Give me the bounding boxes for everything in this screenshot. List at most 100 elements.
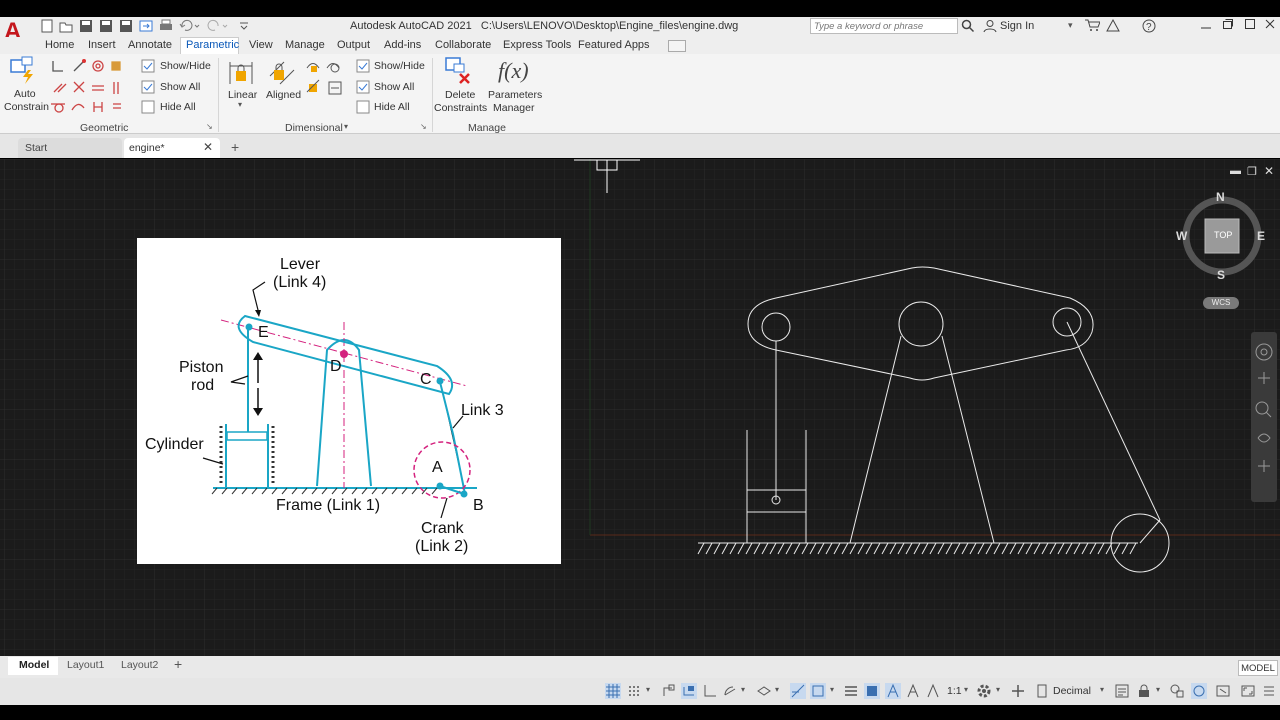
workspace-dropdown-icon[interactable]: ▾ [996, 685, 1000, 694]
auto-constrain-label-1[interactable]: Auto [14, 88, 36, 100]
model-space-badge[interactable]: MODEL [1238, 660, 1278, 676]
reference-image[interactable]: Lever (Link 4) Piston rod Cylinder Frame… [137, 238, 561, 564]
linear-dimension-icon[interactable] [228, 58, 254, 89]
tab-manage[interactable]: Manage [285, 39, 325, 51]
fullscreen-icon[interactable] [1240, 683, 1256, 699]
sign-in-link[interactable]: Sign In [1000, 20, 1034, 32]
dimensional-dropdown-icon[interactable]: ▾ [344, 122, 348, 131]
polar-tracking-icon[interactable] [722, 683, 738, 699]
isodraft-dropdown-icon[interactable]: ▾ [775, 685, 779, 694]
tab-home[interactable]: Home [45, 39, 74, 51]
tab-collaborate[interactable]: Collaborate [435, 39, 491, 51]
annotation-scale-icon[interactable] [925, 683, 941, 699]
new-file-icon[interactable] [40, 19, 54, 33]
isodraft-icon[interactable] [756, 683, 772, 699]
navigation-bar[interactable] [1251, 332, 1277, 502]
tab-express-tools[interactable]: Express Tools [503, 39, 571, 51]
tab-featured-apps[interactable]: Featured Apps [578, 39, 650, 51]
redo-icon[interactable] [207, 19, 229, 33]
sign-in-dropdown-icon[interactable]: ▾ [1068, 20, 1073, 31]
parameters-manager-label-2[interactable]: Manager [493, 102, 534, 114]
object-snap-tracking-icon[interactable] [790, 683, 806, 699]
tab-view[interactable]: View [249, 39, 273, 51]
viewcube-east[interactable]: E [1257, 229, 1265, 243]
object-snap-dropdown-icon[interactable]: ▾ [830, 685, 834, 694]
cart-icon[interactable] [1084, 18, 1101, 35]
save-to-web-icon[interactable] [119, 19, 133, 33]
close-icon[interactable] [1264, 18, 1276, 33]
delete-constraints-label-1[interactable]: Delete [445, 89, 475, 101]
search-input[interactable]: Type a keyword or phrase [810, 18, 958, 34]
viewport-minimize-icon[interactable]: ▬ [1230, 165, 1241, 177]
aligned-label[interactable]: Aligned [266, 89, 301, 101]
scale-dropdown-icon[interactable]: ▾ [964, 685, 968, 694]
auto-constrain-label-2[interactable]: Constrain [4, 101, 49, 113]
show-hide-geometric-icon[interactable] [141, 59, 155, 76]
snap-dropdown-icon[interactable]: ▾ [646, 685, 650, 694]
viewcube-west[interactable]: W [1176, 229, 1187, 243]
search-icon[interactable] [960, 18, 976, 34]
save-icon[interactable] [79, 19, 93, 33]
undo-icon[interactable] [179, 19, 201, 33]
units-icon[interactable] [1034, 683, 1050, 699]
infer-constraints-icon[interactable] [661, 683, 677, 699]
clean-screen-icon[interactable] [1215, 683, 1231, 699]
parameters-manager-label-1[interactable]: Parameters [488, 89, 542, 101]
open-file-icon[interactable] [59, 19, 73, 33]
dimensional-settings-icon[interactable]: ↘ [420, 122, 427, 131]
tab-annotate[interactable]: Annotate [128, 39, 172, 51]
customize-status-icon[interactable] [1261, 683, 1277, 699]
restore-icon[interactable] [1244, 18, 1256, 33]
viewcube-north[interactable]: N [1216, 190, 1225, 204]
show-hide-dimensional-label[interactable]: Show/Hide [374, 60, 425, 72]
lock-ui-icon[interactable] [1136, 683, 1152, 699]
hide-all-geometric-icon[interactable] [141, 100, 155, 117]
quick-properties-icon[interactable] [1114, 683, 1130, 699]
save-as-icon[interactable] [99, 19, 113, 33]
hardware-acceleration-icon[interactable] [1191, 683, 1207, 699]
show-all-dimensional-icon[interactable] [356, 80, 370, 97]
lineweight-icon[interactable] [843, 683, 859, 699]
new-layout-icon[interactable]: + [174, 656, 182, 672]
tab-model-label[interactable]: Model [19, 659, 49, 671]
workspace-gear-icon[interactable] [976, 683, 992, 699]
wcs-menu[interactable]: WCS [1203, 297, 1239, 309]
viewcube-top-face[interactable]: TOP [1214, 230, 1232, 240]
dimensional-group-label[interactable]: Dimensional [285, 122, 343, 134]
hide-all-geometric-label[interactable]: Hide All [160, 101, 196, 113]
linear-dropdown-icon[interactable]: ▾ [238, 100, 242, 109]
object-snap-icon[interactable] [810, 683, 826, 699]
transparency-icon[interactable] [864, 683, 880, 699]
tab-parametric[interactable]: Parametric [186, 39, 239, 51]
delete-constraints-label-2[interactable]: Constraints [434, 102, 487, 114]
engine-drawing[interactable] [690, 260, 1180, 580]
isolate-objects-icon[interactable] [1169, 683, 1185, 699]
show-all-geometric-icon[interactable] [141, 80, 155, 97]
annotation-visibility-icon[interactable] [885, 683, 901, 699]
close-tab-icon[interactable]: ✕ [203, 140, 213, 154]
help-icon[interactable]: ? [1141, 18, 1157, 37]
quick-access-menu-icon[interactable] [237, 19, 251, 33]
auto-constrain-icon[interactable] [10, 56, 40, 89]
snap-mode-icon[interactable] [626, 683, 642, 699]
annotation-scale-value[interactable]: 1:1 [947, 685, 962, 697]
hide-all-dimensional-label[interactable]: Hide All [374, 101, 410, 113]
tab-layout2[interactable]: Layout2 [121, 659, 158, 671]
share-icon[interactable] [139, 19, 153, 33]
hide-all-dimensional-icon[interactable] [356, 100, 370, 117]
tab-start-label[interactable]: Start [25, 142, 47, 154]
new-tab-icon[interactable]: + [231, 139, 239, 155]
tab-output[interactable]: Output [337, 39, 370, 51]
a360-icon[interactable] [1105, 18, 1121, 35]
ribbon-minimize-button[interactable] [668, 40, 686, 52]
viewcube[interactable]: N S E W TOP [1176, 188, 1268, 284]
show-all-dimensional-label[interactable]: Show All [374, 81, 414, 93]
tab-layout1[interactable]: Layout1 [67, 659, 104, 671]
linear-label[interactable]: Linear [228, 89, 257, 101]
tab-add-ins[interactable]: Add-ins [384, 39, 421, 51]
dynamic-input-icon[interactable] [681, 683, 697, 699]
ortho-mode-icon[interactable] [702, 683, 718, 699]
units-value[interactable]: Decimal [1053, 685, 1091, 697]
viewport-restore-icon[interactable]: ❐ [1247, 165, 1257, 178]
auto-scale-icon[interactable] [905, 683, 921, 699]
